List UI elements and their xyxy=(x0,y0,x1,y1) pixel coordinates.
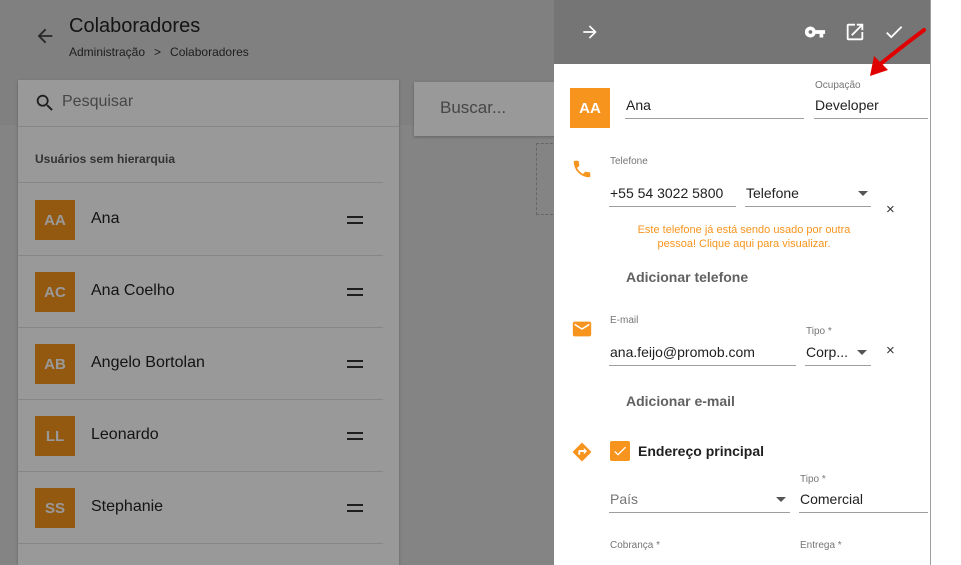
chevron-down-icon[interactable] xyxy=(857,350,867,355)
email-type-underline xyxy=(805,365,871,366)
occupation-field[interactable]: Developer xyxy=(815,97,879,113)
user-edit-panel: AA Ana Ocupação Developer Telefone +55 5… xyxy=(554,0,931,565)
key-icon[interactable] xyxy=(804,21,826,43)
chevron-down-icon[interactable] xyxy=(776,497,786,502)
add-phone-button[interactable]: Adicionar telefone xyxy=(626,269,748,285)
address-type-field[interactable]: Comercial xyxy=(800,491,863,507)
main-address-checkbox[interactable] xyxy=(610,441,630,461)
delivery-label: Entrega * xyxy=(800,540,842,551)
chevron-down-icon[interactable] xyxy=(858,191,868,196)
email-type-select[interactable]: Corp... xyxy=(806,344,848,360)
remove-phone-button[interactable]: × xyxy=(886,201,895,218)
name-field-underline xyxy=(625,118,804,119)
phone-type-underline xyxy=(745,206,871,207)
remove-email-button[interactable]: × xyxy=(886,342,895,359)
email-icon xyxy=(572,321,592,337)
name-field[interactable]: Ana xyxy=(626,97,651,113)
email-type-label: Tipo * xyxy=(806,326,832,337)
modal-overlay[interactable] xyxy=(0,0,554,565)
email-label: E-mail xyxy=(610,315,639,326)
phone-icon xyxy=(573,160,591,178)
phone-field-underline xyxy=(609,206,736,207)
phone-type-select[interactable]: Telefone xyxy=(746,185,799,201)
occupation-label: Ocupação xyxy=(815,80,861,91)
phone-duplicate-error[interactable]: Este telefone já está sendo usado por ou… xyxy=(624,223,864,251)
main-address-label: Endereço principal xyxy=(638,443,765,459)
annotation-arrow-icon xyxy=(870,28,926,76)
country-select[interactable]: País xyxy=(610,491,638,507)
arrow-forward-icon[interactable] xyxy=(580,22,600,42)
background-page: Colaboradores Administração > Colaboradore… xyxy=(0,0,554,565)
address-type-label: Tipo * xyxy=(800,474,826,485)
occupation-field-underline xyxy=(814,118,928,119)
check-icon xyxy=(614,446,626,456)
email-field-underline xyxy=(609,365,796,366)
address-type-underline xyxy=(799,512,928,513)
country-underline xyxy=(609,512,790,513)
phone-number-field[interactable]: +55 54 3022 5800 xyxy=(610,185,723,201)
page-margin xyxy=(931,0,961,565)
billing-label: Cobrança * xyxy=(610,540,661,551)
avatar: AA xyxy=(570,88,610,128)
add-email-button[interactable]: Adicionar e-mail xyxy=(626,393,735,409)
email-field[interactable]: ana.feijo@promob.com xyxy=(610,344,755,360)
phone-label: Telefone xyxy=(610,156,648,167)
directions-icon xyxy=(572,442,592,462)
